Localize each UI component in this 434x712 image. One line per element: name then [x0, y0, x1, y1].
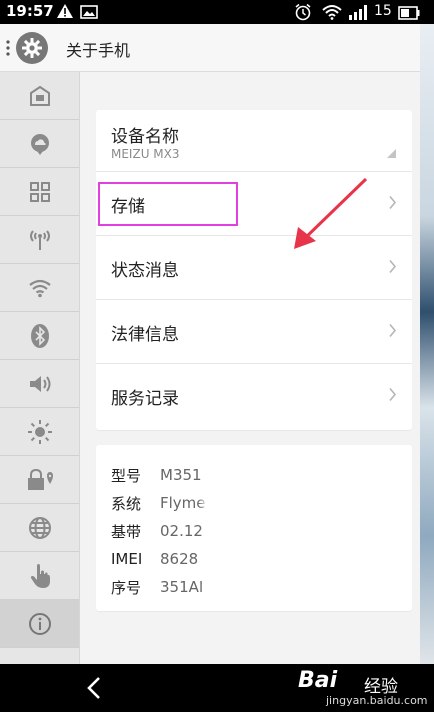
watermark-url: jingyan.baidu.com — [326, 694, 428, 707]
image-notification-icon — [80, 4, 98, 23]
menu-item-service[interactable]: 服务记录 — [96, 364, 412, 428]
battery-icon — [398, 5, 420, 24]
apps-grid-icon — [29, 181, 50, 202]
sidebar-item-bluetooth[interactable] — [0, 312, 79, 360]
wifi-icon — [28, 279, 51, 297]
home-icon — [29, 85, 50, 106]
sidebar-item-privacy[interactable] — [0, 456, 79, 504]
brightness-icon — [27, 419, 52, 444]
status-time: 19:57 — [6, 2, 54, 20]
info-key: 基带 — [111, 522, 142, 541]
info-row-system: 系统 Flyme — [96, 489, 412, 517]
device-name-value: MEIZU MX3 — [111, 147, 180, 161]
sidebar-item-network[interactable] — [0, 216, 79, 264]
sidebar-item-wifi[interactable] — [0, 264, 79, 312]
sidebar-item-gestures[interactable] — [0, 552, 79, 600]
bluetooth-icon — [30, 323, 49, 348]
back-arrow-icon[interactable] — [86, 676, 102, 704]
lock-location-icon — [27, 468, 53, 490]
sidebar-item-home[interactable] — [0, 72, 79, 120]
volume-icon — [29, 375, 50, 392]
info-value: Flyme — [160, 494, 206, 512]
edit-corner-icon — [387, 143, 396, 162]
sidebar-item-sound[interactable] — [0, 360, 79, 408]
cloud-icon — [30, 133, 49, 155]
globe-icon — [28, 516, 51, 539]
info-value: 351AI — [160, 578, 204, 596]
info-key: IMEI — [111, 550, 143, 568]
info-row-imei: IMEI 8628 — [96, 545, 412, 573]
watermark-brand: Bai — [298, 668, 338, 693]
sidebar-item-language[interactable] — [0, 504, 79, 552]
page-title: 关于手机 — [66, 41, 131, 60]
chevron-right-icon — [389, 387, 397, 406]
info-key: 型号 — [111, 466, 142, 485]
redaction-blur — [206, 494, 276, 512]
status-label: 状态消息 — [111, 261, 179, 281]
about-menu-card: 设备名称 MEIZU MX3 存储 状态消息 法律信息 服务记录 — [96, 110, 412, 430]
settings-app: 关于手机 设备名称 MEIZU MX3 存储 状态消息 法律信息 服务记录 型号… — [0, 24, 434, 664]
baidu-watermark: Bai 经验 jingyan.baidu.com — [298, 666, 428, 710]
device-name-label: 设备名称 — [111, 127, 179, 147]
alarm-icon — [294, 3, 312, 25]
redaction-blur — [208, 522, 308, 540]
about-content: 设备名称 MEIZU MX3 存储 状态消息 法律信息 服务记录 型号 M351… — [80, 72, 420, 664]
chevron-right-icon — [389, 258, 397, 277]
status-bar: 19:57 15 — [0, 0, 434, 24]
title-bar: 关于手机 — [0, 24, 420, 72]
info-key: 序号 — [111, 578, 142, 597]
hand-icon — [30, 563, 50, 588]
battery-percent: 15 — [374, 3, 392, 19]
device-info-card: 型号 M351 系统 Flyme 基带 02.12 IMEI 8628 序号 3… — [96, 445, 412, 611]
info-value: 02.12 — [160, 522, 203, 540]
info-row-serial: 序号 351AI — [96, 573, 412, 601]
warning-icon — [56, 3, 74, 23]
signal-icon — [348, 4, 370, 24]
antenna-icon — [29, 229, 50, 250]
sidebar-item-apps[interactable] — [0, 168, 79, 216]
annotation-arrow-icon — [294, 177, 368, 249]
storage-label: 存储 — [111, 197, 145, 217]
chevron-right-icon — [389, 322, 397, 341]
wifi-status-icon — [322, 4, 342, 24]
info-row-baseband: 基带 02.12 — [96, 517, 412, 545]
info-key: 系统 — [111, 494, 142, 513]
service-label: 服务记录 — [111, 389, 179, 409]
settings-gear-icon[interactable] — [16, 32, 48, 64]
sidebar — [0, 72, 80, 664]
info-value: M351 — [160, 466, 202, 484]
background-app-edge — [420, 24, 434, 664]
redaction-blur — [208, 578, 288, 596]
info-value: 8628 — [160, 550, 199, 568]
info-icon — [28, 612, 51, 635]
sidebar-item-about[interactable] — [0, 600, 79, 648]
drawer-dots-icon[interactable] — [6, 39, 10, 61]
legal-label: 法律信息 — [111, 325, 179, 345]
navigation-bar: Bai 经验 jingyan.baidu.com — [0, 664, 434, 712]
sidebar-item-display[interactable] — [0, 408, 79, 456]
info-row-model: 型号 M351 — [96, 461, 412, 489]
sidebar-item-cloud[interactable] — [0, 120, 79, 168]
menu-item-legal[interactable]: 法律信息 — [96, 300, 412, 364]
redaction-blur — [206, 550, 316, 568]
device-name-row[interactable]: 设备名称 MEIZU MX3 — [96, 110, 412, 172]
chevron-right-icon — [389, 194, 397, 213]
